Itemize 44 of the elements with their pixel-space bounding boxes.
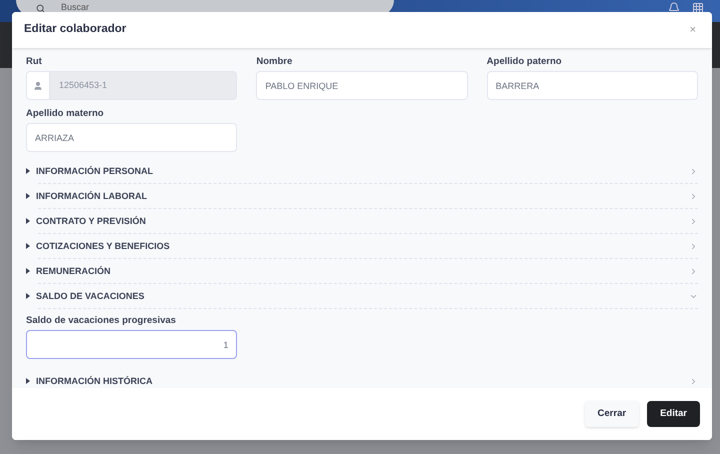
section-title: CONTRATO Y PREVISIÓN: [36, 215, 146, 227]
field-label: Rut: [26, 56, 43, 68]
field-label: Apellido paterno: [486, 56, 563, 68]
chevron-right-icon: [689, 216, 698, 226]
section-header[interactable]: REMUNERACIÓN: [26, 259, 698, 283]
section-header[interactable]: INFORMACIÓN PERSONAL: [26, 159, 698, 183]
section-title: COTIZACIONES Y BENEFICIOS: [36, 240, 170, 252]
input-field[interactable]: BARRERA: [486, 71, 698, 100]
search-icon: [36, 4, 45, 12]
section-header[interactable]: COTIZACIONES Y BENEFICIOS: [26, 234, 698, 258]
section-title: INFORMACIÓN HISTÓRICA: [36, 375, 152, 387]
caret-icon: [26, 243, 30, 249]
caret-icon: [26, 378, 30, 384]
chevron-right-icon: [689, 242, 698, 250]
grid-icon[interactable]: [692, 2, 704, 14]
chevron-right-icon: [689, 266, 698, 276]
primary-button[interactable]: Editar: [647, 401, 700, 427]
field-label: Nombre: [256, 56, 294, 68]
field-label: Saldo de vacaciones progresivas: [26, 315, 177, 327]
search-field[interactable]: Buscar: [61, 1, 178, 15]
section-title: INFORMACIÓN PERSONAL: [36, 165, 153, 177]
chevron-right-icon: [689, 376, 698, 386]
section-title: INFORMACIÓN LABORAL: [36, 190, 147, 202]
input-field[interactable]: 1: [26, 330, 238, 359]
section-header[interactable]: SALDO DE VACACIONES: [26, 284, 698, 308]
caret-icon: [26, 193, 30, 199]
bell-icon[interactable]: [668, 2, 680, 14]
input-field[interactable]: ARRIAZA: [26, 123, 238, 152]
caret-icon: [26, 218, 30, 224]
caret-icon: [26, 168, 30, 174]
chevron-right-icon: [689, 166, 698, 176]
modal-title: Editar colaborador: [24, 22, 126, 38]
caret-icon: [26, 293, 30, 299]
section-header[interactable]: INFORMACIÓN LABORAL: [26, 184, 698, 208]
secondary-button[interactable]: Cerrar: [584, 401, 640, 427]
caret-icon: [26, 268, 30, 274]
section-title: SALDO DE VACACIONES: [36, 290, 144, 302]
chevron-right-icon: [689, 192, 698, 200]
user-icon: [33, 80, 43, 90]
field-label: Apellido materno: [26, 108, 105, 120]
section-title: REMUNERACIÓN: [36, 265, 111, 277]
section-header[interactable]: INFORMACIÓN HISTÓRICA: [26, 369, 698, 393]
input-field[interactable]: PABLO ENRIQUE: [256, 71, 468, 100]
section-header[interactable]: CONTRATO Y PREVISIÓN: [26, 209, 698, 233]
